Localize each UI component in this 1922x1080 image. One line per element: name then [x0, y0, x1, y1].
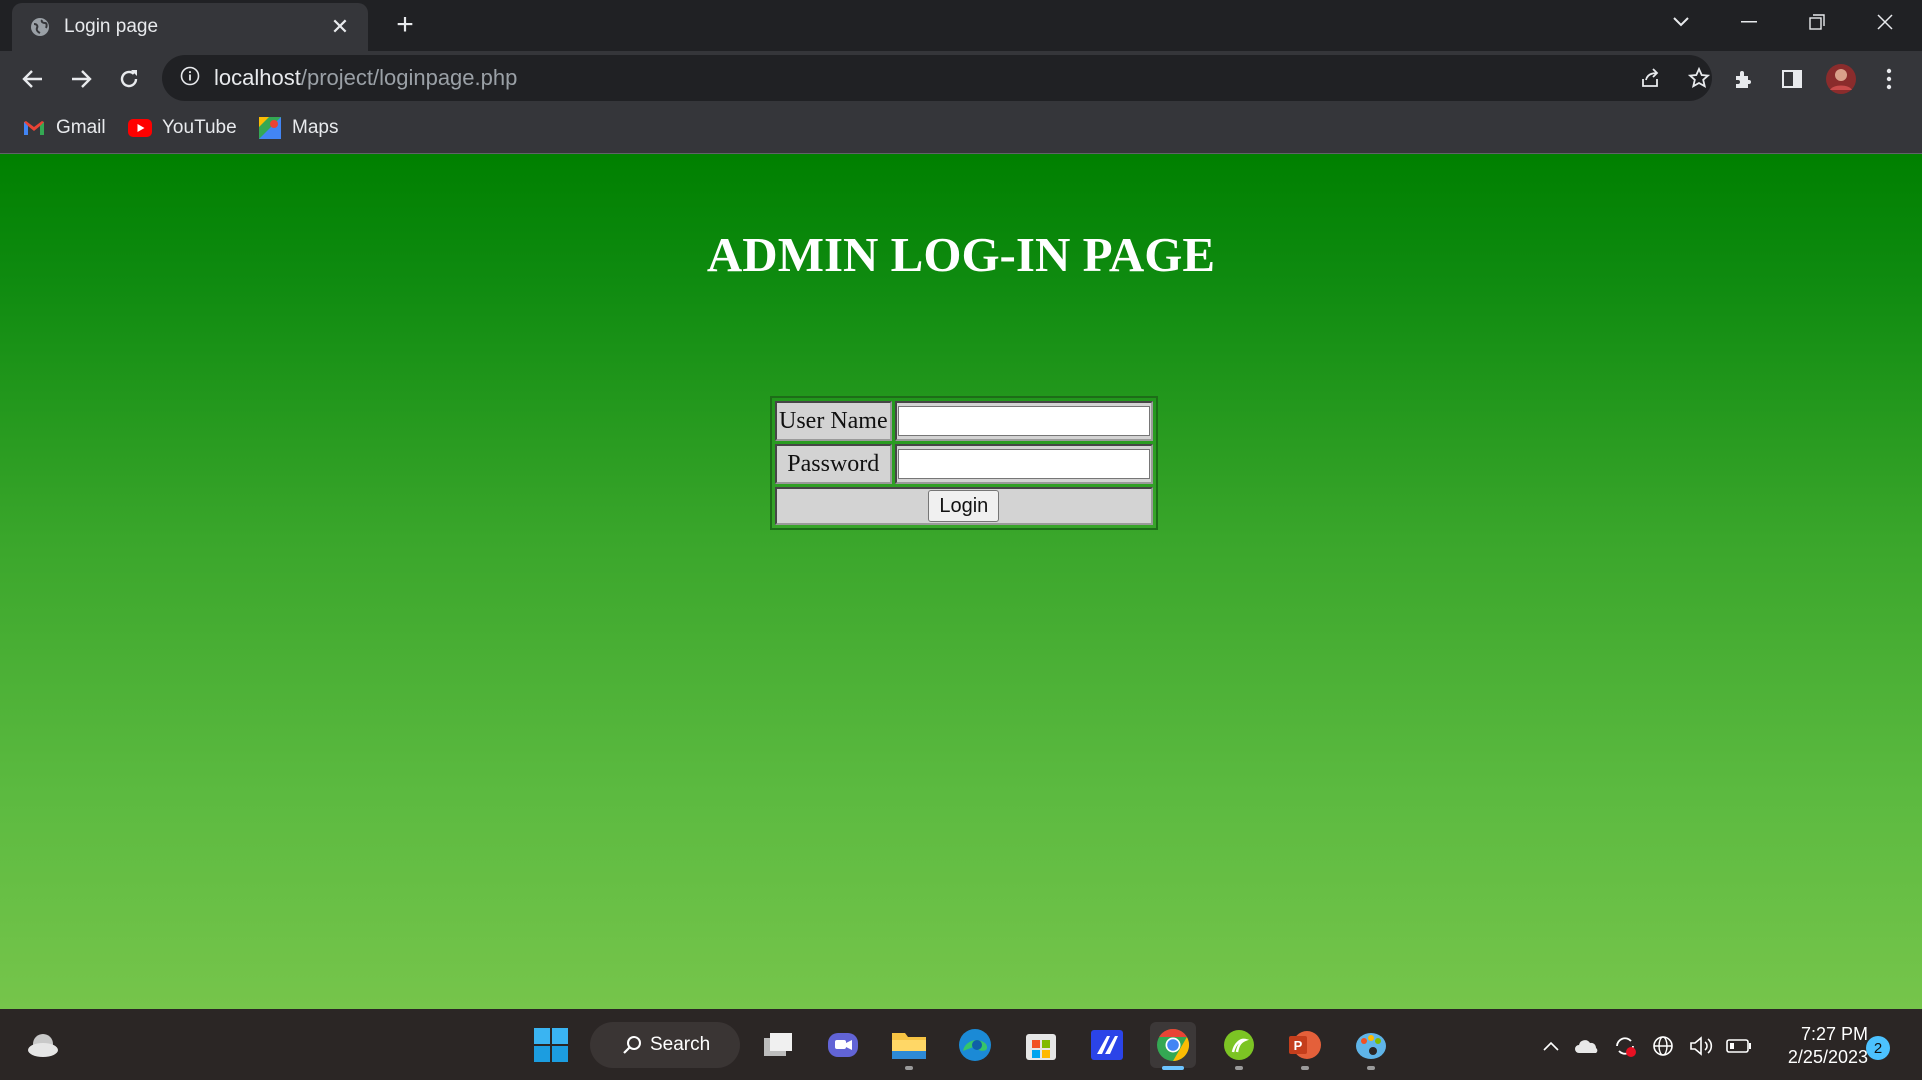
bookmark-label: Maps	[292, 117, 339, 138]
bookmark-gmail[interactable]: Gmail	[22, 116, 106, 140]
page-viewport: ADMIN LOG-IN PAGE User Name Password Log…	[0, 154, 1922, 1009]
extensions-icon[interactable]	[1728, 63, 1760, 95]
new-tab-button[interactable]: +	[390, 8, 420, 41]
network-globe-icon[interactable]	[1650, 1033, 1676, 1059]
teams-chat-icon[interactable]	[820, 1022, 866, 1068]
browser-toolbar: localhost/project/loginpage.php	[0, 51, 1922, 106]
username-input[interactable]	[897, 406, 1150, 436]
clock-date: 2/25/2023	[1787, 1047, 1868, 1067]
running-indicator	[1301, 1066, 1309, 1070]
username-row: User Name	[775, 401, 1153, 441]
bookmark-label: Gmail	[56, 117, 106, 138]
restore-button[interactable]	[1788, 0, 1846, 44]
login-button[interactable]: Login	[928, 490, 1000, 522]
maps-icon	[258, 116, 282, 140]
taskbar-search-button[interactable]: Search	[590, 1022, 740, 1068]
username-label: User Name	[775, 401, 892, 441]
site-info-icon[interactable]	[180, 66, 200, 91]
running-indicator	[1235, 1066, 1243, 1070]
menu-kebab-icon[interactable]	[1873, 63, 1905, 95]
share-icon[interactable]	[1634, 62, 1666, 94]
clock-time: 7:27 PM	[1800, 1024, 1868, 1044]
powerpoint-icon[interactable]: P	[1282, 1022, 1328, 1070]
close-tab-icon[interactable]: ✕	[326, 13, 354, 41]
gmail-icon	[22, 116, 46, 140]
browser-titlebar: Login page ✕ +	[0, 0, 1922, 51]
button-cell: Login	[775, 487, 1153, 525]
url-host: localhost	[214, 65, 301, 90]
forward-button[interactable]	[65, 63, 97, 95]
microsoft-store-icon[interactable]	[1018, 1022, 1064, 1068]
bookmarks-bar: Gmail YouTube Maps	[0, 106, 1922, 154]
tab-login-page[interactable]: Login page ✕	[12, 3, 368, 51]
start-windows-icon[interactable]	[528, 1022, 574, 1068]
minimize-button[interactable]	[1720, 0, 1778, 44]
edge-browser-icon[interactable]	[952, 1022, 998, 1068]
tab-title: Login page	[64, 16, 159, 37]
editor-app-icon[interactable]	[1084, 1022, 1130, 1068]
task-view-icon[interactable]	[755, 1022, 801, 1068]
password-cell	[894, 444, 1153, 484]
file-explorer-icon[interactable]	[886, 1022, 932, 1070]
password-row: Password	[775, 444, 1153, 484]
running-indicator	[1367, 1066, 1375, 1070]
username-cell	[894, 401, 1153, 441]
notification-badge[interactable]: 2	[1866, 1036, 1890, 1060]
reload-button[interactable]	[113, 63, 145, 95]
tab-search-icon[interactable]	[1652, 0, 1710, 44]
svg-text:P: P	[1294, 1038, 1303, 1053]
profile-avatar[interactable]	[1825, 63, 1857, 95]
globe-icon	[30, 17, 50, 37]
onedrive-icon[interactable]	[1574, 1033, 1600, 1059]
paint-app-icon[interactable]	[1348, 1022, 1394, 1070]
sync-alert-icon[interactable]	[1612, 1033, 1638, 1059]
url-text[interactable]: localhost/project/loginpage.php	[214, 65, 517, 91]
volume-icon[interactable]	[1688, 1033, 1714, 1059]
bookmark-label: YouTube	[162, 117, 237, 138]
chrome-browser-icon[interactable]	[1150, 1022, 1196, 1070]
page-title: ADMIN LOG-IN PAGE	[706, 227, 1216, 282]
bookmark-youtube[interactable]: YouTube	[128, 116, 237, 140]
password-input[interactable]	[897, 449, 1150, 479]
bookmark-maps[interactable]: Maps	[258, 116, 338, 140]
green-app-icon[interactable]	[1216, 1022, 1262, 1070]
weather-widget-icon[interactable]	[20, 1022, 66, 1068]
url-path: /project/loginpage.php	[300, 65, 518, 90]
youtube-icon	[128, 116, 152, 140]
running-indicator	[905, 1066, 913, 1070]
side-panel-icon[interactable]	[1776, 63, 1808, 95]
running-indicator	[1162, 1066, 1184, 1070]
battery-icon[interactable]	[1726, 1033, 1752, 1059]
password-label: Password	[775, 444, 892, 484]
bookmark-star-icon[interactable]	[1683, 62, 1715, 94]
button-row: Login	[775, 487, 1153, 525]
search-label: Search	[650, 1034, 711, 1055]
back-button[interactable]	[17, 63, 49, 95]
windows-taskbar: Search P 7:27 PM 2/25/2023 2	[0, 1009, 1922, 1080]
tray-overflow-chevron-icon[interactable]	[1538, 1033, 1564, 1059]
address-bar[interactable]: localhost/project/loginpage.php	[162, 55, 1712, 101]
system-clock[interactable]: 7:27 PM 2/25/2023	[1768, 1023, 1868, 1069]
search-icon	[622, 1035, 642, 1055]
close-window-button[interactable]	[1856, 0, 1914, 44]
login-form: User Name Password Login	[770, 396, 1158, 530]
